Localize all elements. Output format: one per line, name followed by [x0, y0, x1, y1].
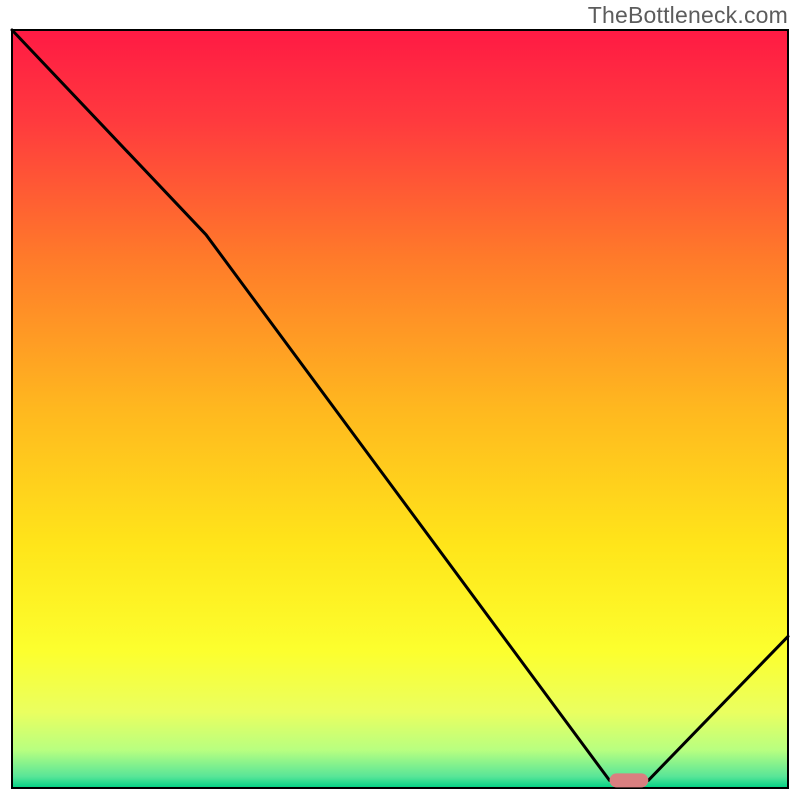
watermark-label: TheBottleneck.com — [588, 2, 788, 29]
gradient-background — [12, 30, 788, 788]
chart-container: TheBottleneck.com — [0, 0, 800, 800]
bottleneck-chart — [0, 0, 800, 800]
optimal-region-marker — [610, 773, 649, 787]
